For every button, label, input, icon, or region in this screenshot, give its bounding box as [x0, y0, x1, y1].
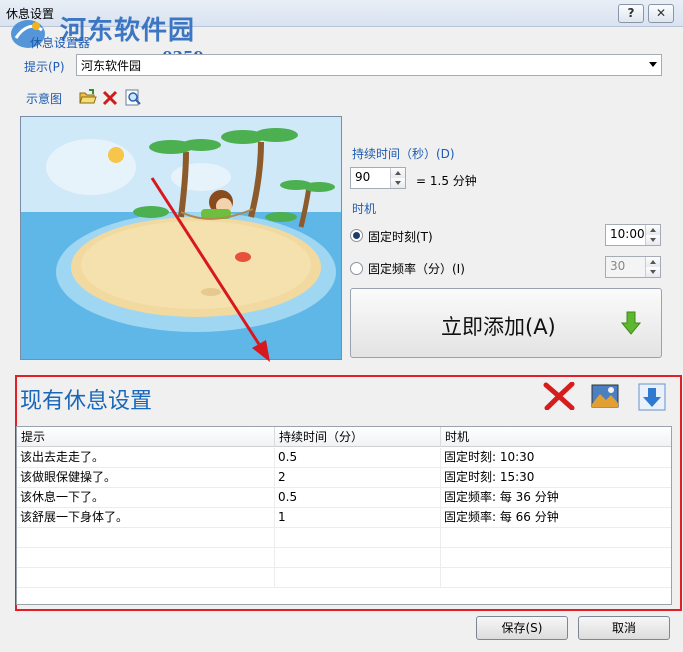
existing-settings-table[interactable]: 提示 持续时间（分） 时机 该出去走走了。 0.5 固定时刻: 10:30 该做… [16, 426, 672, 605]
cell-timing: 固定频率: 每 66 分钟 [444, 510, 559, 524]
duration-value: 90 [355, 170, 371, 184]
cell-prompt: 该做眼保健操了。 [17, 468, 275, 487]
duration-spinner[interactable]: 90 [350, 167, 406, 189]
spin-down-icon[interactable] [646, 235, 660, 245]
chevron-down-icon[interactable] [649, 62, 657, 67]
picture-icon[interactable] [591, 384, 619, 408]
cancel-button[interactable]: 取消 [578, 616, 670, 640]
delete-x-icon[interactable] [102, 90, 118, 106]
fixed-time-label[interactable]: 固定时刻(T) [368, 228, 433, 245]
duration-label: 持续时间（秒）(D) [352, 147, 455, 161]
cell-timing: 固定时刻: 10:30 [444, 450, 535, 464]
existing-settings-title: 现有休息设置 [20, 389, 153, 414]
fixed-time-value: 10:00 [610, 227, 645, 241]
column-header-prompt[interactable]: 提示 [17, 427, 275, 447]
fixed-freq-value: 30 [610, 259, 626, 273]
fixed-freq-label[interactable]: 固定频率（分）(I) [368, 260, 465, 277]
add-now-button[interactable]: 立即添加(A) [350, 288, 662, 358]
prompt-value: 河东软件园 [81, 59, 142, 73]
annotation-arrow [150, 177, 270, 362]
close-button[interactable]: ✕ [648, 4, 674, 23]
table-row[interactable]: 该出去走走了。 0.5 固定时刻: 10:30 [17, 448, 671, 468]
cell-timing: 固定频率: 每 36 分钟 [444, 490, 559, 504]
spin-down-icon[interactable] [646, 267, 660, 277]
table-row-empty [17, 548, 671, 568]
duration-equals-text: = 1.5 分钟 [416, 174, 477, 188]
open-folder-icon[interactable] [79, 89, 97, 105]
timing-label: 时机 [352, 202, 377, 216]
red-delete-icon[interactable] [543, 382, 575, 410]
table-row[interactable]: 该做眼保健操了。 2 固定时刻: 15:30 [17, 468, 671, 488]
cell-prompt: 该出去走走了。 [17, 448, 275, 467]
fixed-time-spinner[interactable]: 10:00 [605, 224, 661, 246]
download-arrow-icon[interactable] [638, 383, 666, 411]
fixed-time-radio[interactable] [350, 229, 363, 242]
cell-timing: 固定时刻: 15:30 [444, 470, 535, 484]
cell-duration: 2 [275, 468, 441, 487]
fixed-freq-spinner[interactable]: 30 [605, 256, 661, 278]
prompt-label: 提示(P) [24, 60, 65, 74]
cell-duration: 0.5 [275, 488, 441, 507]
add-now-label: 立即添加(A) [441, 315, 556, 339]
help-button[interactable]: ? [618, 4, 644, 23]
green-down-arrow-icon [621, 311, 641, 335]
cell-prompt: 该舒展一下身体了。 [17, 508, 275, 527]
prompt-combobox[interactable]: 河东软件园 [76, 54, 662, 76]
group-title: 休息设置器 [30, 36, 91, 50]
zoom-preview-icon[interactable] [125, 89, 141, 106]
cell-duration: 0.5 [275, 448, 441, 467]
fixed-freq-radio[interactable] [350, 262, 363, 275]
cell-duration: 1 [275, 508, 441, 527]
table-row[interactable]: 该休息一下了。 0.5 固定频率: 每 36 分钟 [17, 488, 671, 508]
preview-label: 示意图 [26, 92, 63, 106]
table-row-empty [17, 568, 671, 588]
save-button[interactable]: 保存(S) [476, 616, 568, 640]
cell-prompt: 该休息一下了。 [17, 488, 275, 507]
table-row[interactable]: 该舒展一下身体了。 1 固定频率: 每 66 分钟 [17, 508, 671, 528]
table-row-empty [17, 528, 671, 548]
column-header-timing[interactable]: 时机 [441, 427, 671, 447]
column-header-duration[interactable]: 持续时间（分） [275, 427, 441, 447]
spin-down-icon[interactable] [391, 178, 405, 188]
